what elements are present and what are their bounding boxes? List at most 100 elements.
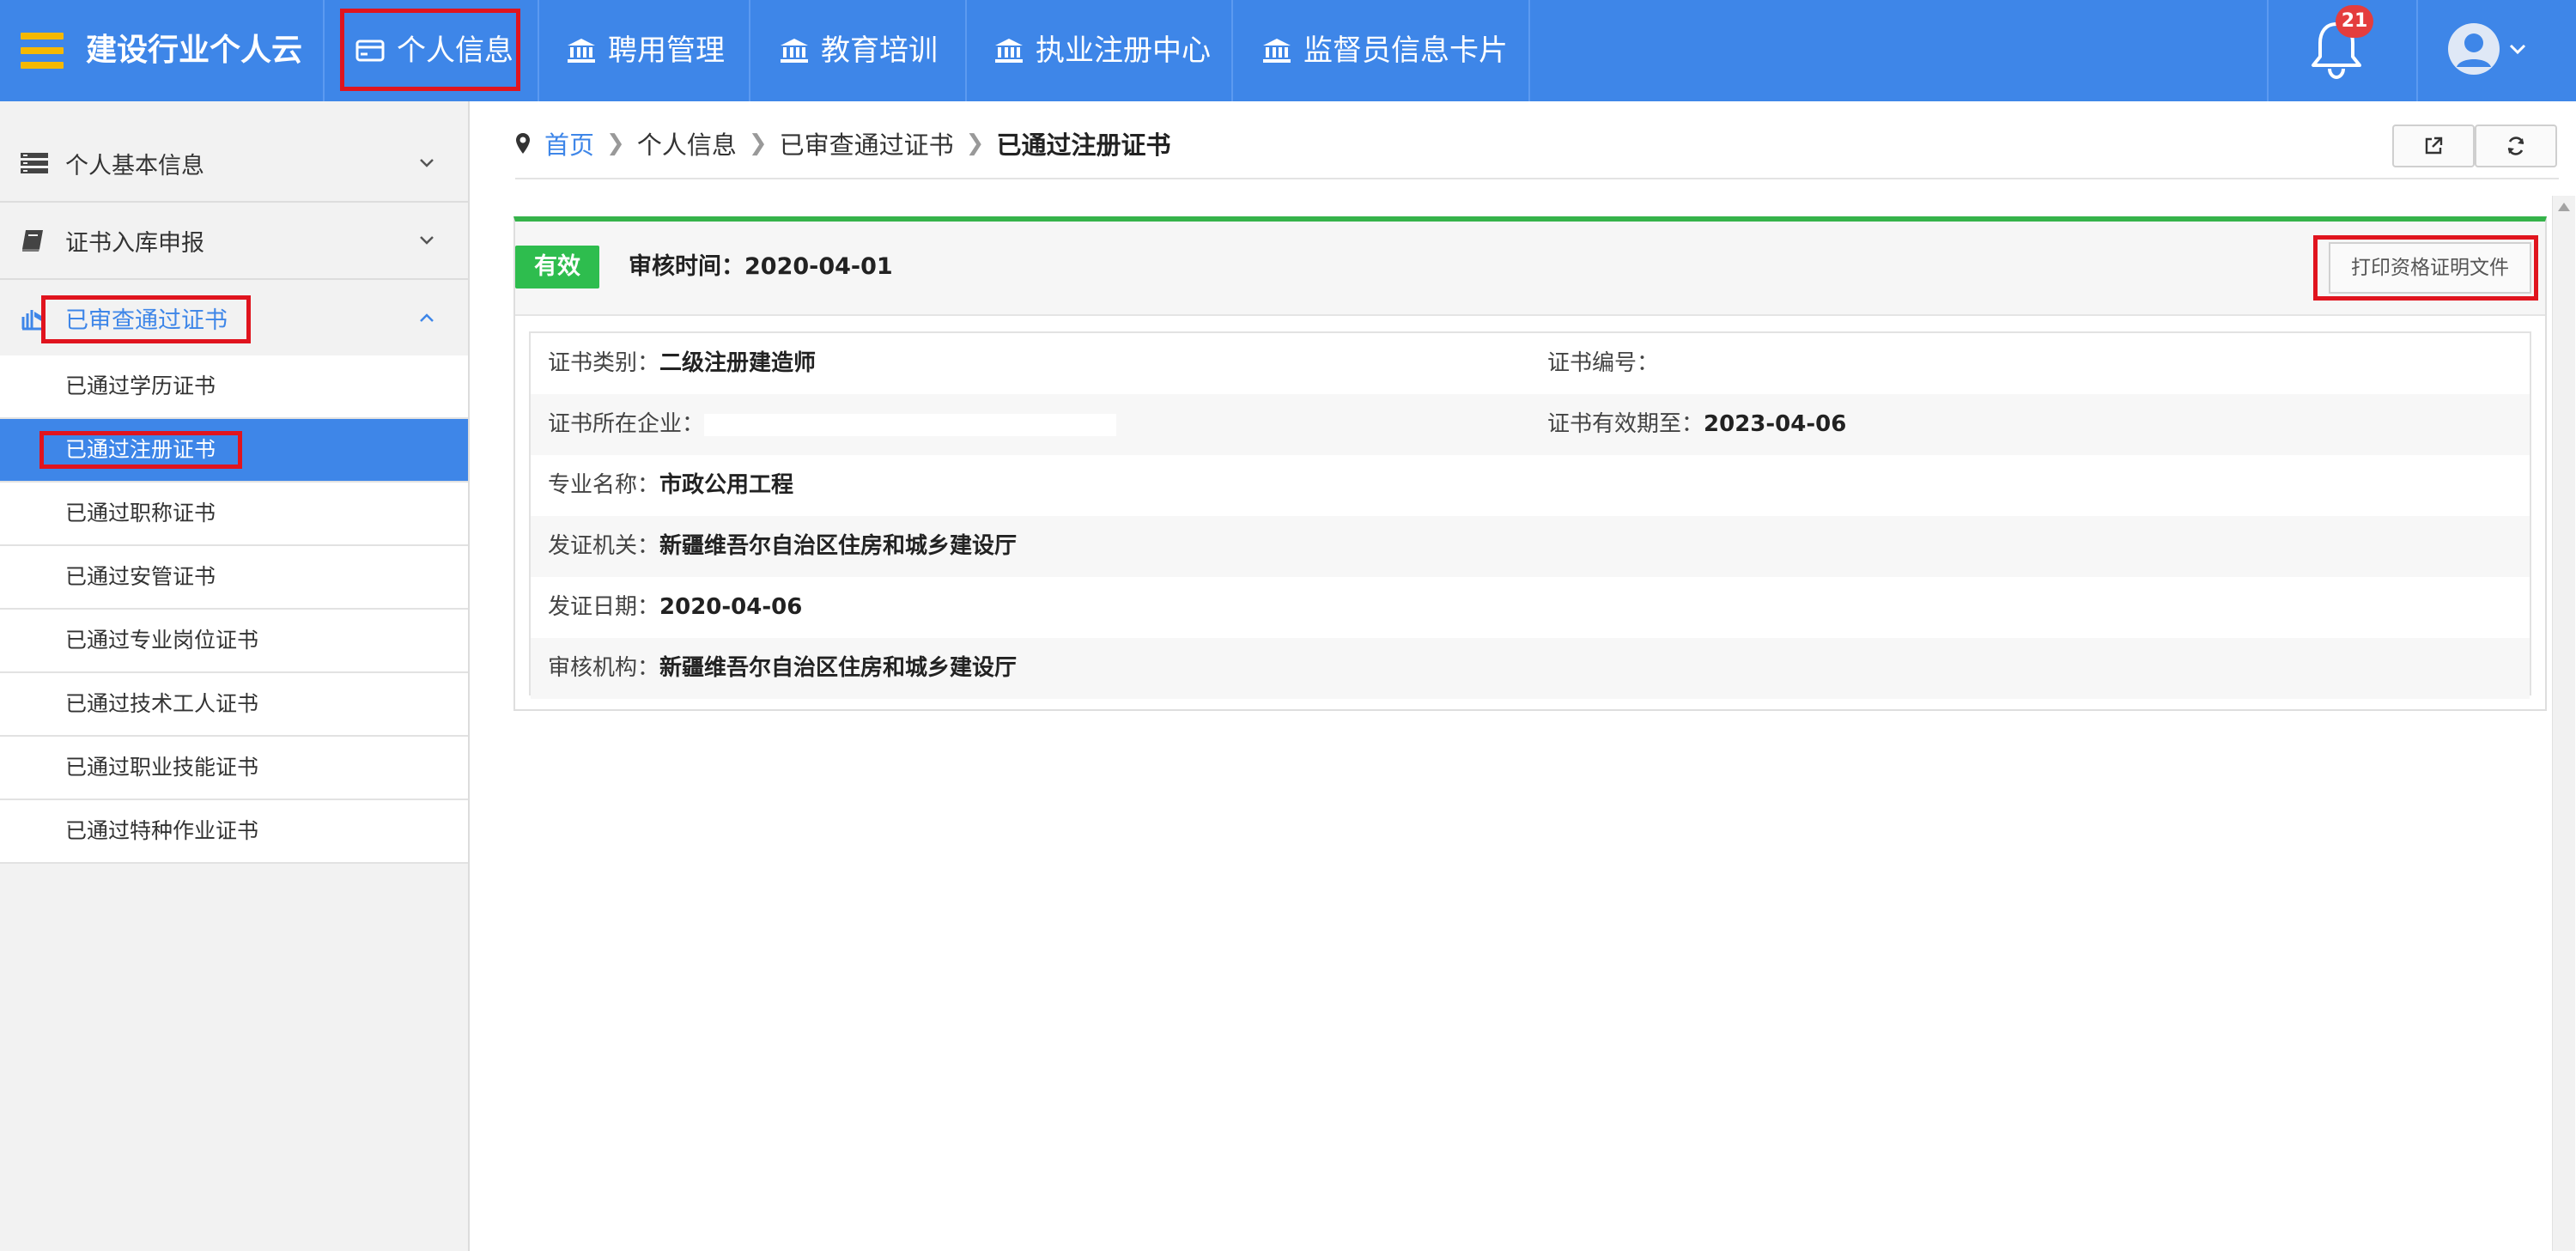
nav-divider <box>2416 0 2418 101</box>
sidebar-group-label: 个人基本信息 <box>65 152 204 179</box>
sidebar-item-vocational-skill-cert[interactable]: 已通过职业技能证书 <box>0 737 468 800</box>
breadcrumb-home-link[interactable]: 首页 <box>544 125 594 161</box>
sidebar-group-label: 证书入库申报 <box>65 229 204 257</box>
menu-toggle-icon[interactable] <box>21 33 64 69</box>
table-row: 证书所在企业： 证书有效期至：2023-04-06 <box>531 394 2530 455</box>
field-label: 证书有效期至： <box>1547 411 1704 437</box>
chevron-down-icon[interactable] <box>2509 43 2526 55</box>
redacted-value <box>704 413 1117 436</box>
top-navigation-bar: 建设行业个人云 个人信息 聘用管理 教育培训 执业注册中心 监督员信息卡片 21 <box>0 0 2576 101</box>
refresh-button[interactable] <box>2475 124 2557 167</box>
nav-education[interactable]: 教育培训 <box>780 0 938 101</box>
sidebar-group-basic-info[interactable]: 个人基本信息 <box>0 125 468 203</box>
sidebar: 个人基本信息 证书入库申报 已审查通过证书 已通过学历证书 已通过注册证书 已通… <box>0 101 470 1251</box>
list-icon <box>21 153 48 173</box>
external-link-icon <box>2425 137 2443 155</box>
nav-registration-center[interactable]: 执业注册中心 <box>994 0 1211 101</box>
highlight-box <box>340 9 520 91</box>
field-label: 证书所在企业： <box>548 411 705 437</box>
nav-divider <box>538 0 539 101</box>
nav-supervisor-card[interactable]: 监督员信息卡片 <box>1262 0 1508 101</box>
field-label: 专业名称： <box>548 472 660 498</box>
nav-divider <box>1231 0 1233 101</box>
cert-major-cell: 专业名称：市政公用工程 <box>548 455 793 516</box>
highlight-box <box>2313 235 2538 301</box>
chevron-down-icon <box>420 236 434 245</box>
nav-registration-center-label: 执业注册中心 <box>1036 33 1211 68</box>
field-value: 新疆维吾尔自治区住房和城乡建设厅 <box>659 533 1018 559</box>
nav-divider <box>2267 0 2269 101</box>
status-badge: 有效 <box>515 246 599 288</box>
certificate-info-table: 证书类别：二级注册建造师 证书编号： 证书所在企业： 证书有效期至：2023-0… <box>529 331 2531 699</box>
sidebar-item-label: 已通过学历证书 <box>65 373 216 398</box>
field-value: 2023-04-06 <box>1704 411 1847 437</box>
audit-time-label: 审核时间： <box>629 253 744 280</box>
field-label: 证书类别： <box>548 350 660 376</box>
cert-issue-date-cell: 发证日期：2020-04-06 <box>548 577 802 638</box>
sidebar-item-label: 已通过职称证书 <box>65 501 216 525</box>
breadcrumb-level1: 个人信息 <box>636 131 737 160</box>
cert-issuer-cell: 发证机关：新疆维吾尔自治区住房和城乡建设厅 <box>548 516 1017 577</box>
nav-employment[interactable]: 聘用管理 <box>567 0 725 101</box>
sidebar-item-education-cert[interactable]: 已通过学历证书 <box>0 355 468 419</box>
bank-icon <box>568 39 595 63</box>
field-value: 市政公用工程 <box>659 472 794 498</box>
certificate-card-header: 有效 审核时间：2020-04-01 打印资格证明文件 <box>515 222 2545 316</box>
vertical-scrollbar[interactable] <box>2552 196 2575 1251</box>
nav-divider <box>1528 0 1530 101</box>
chevron-down-icon <box>420 159 434 167</box>
divider <box>515 178 2559 179</box>
sidebar-item-label: 已通过职业技能证书 <box>65 755 259 780</box>
breadcrumb: 首页 ❯ 个人信息 ❯ 已审查通过证书 ❯ 已通过注册证书 <box>515 122 1170 165</box>
user-avatar[interactable] <box>2447 22 2500 76</box>
field-label: 证书编号： <box>1547 350 1660 376</box>
audit-time: 审核时间：2020-04-01 <box>629 246 893 288</box>
cert-company-cell: 证书所在企业： <box>548 394 1117 455</box>
table-row: 证书类别：二级注册建造师 证书编号： <box>531 333 2530 394</box>
audit-time-value: 2020-04-01 <box>744 253 893 280</box>
breadcrumb-current: 已通过注册证书 <box>996 131 1171 160</box>
cert-number-cell: 证书编号： <box>1547 333 1780 394</box>
nav-supervisor-card-label: 监督员信息卡片 <box>1303 33 1508 68</box>
sidebar-item-label: 已通过安管证书 <box>65 564 216 589</box>
field-value: 新疆维吾尔自治区住房和城乡建设厅 <box>659 655 1018 681</box>
breadcrumb-separator-icon: ❯ <box>606 131 625 156</box>
scroll-up-arrow-icon[interactable] <box>2558 203 2570 211</box>
table-row: 专业名称：市政公用工程 <box>531 455 2530 516</box>
nav-education-label: 教育培训 <box>821 33 938 68</box>
book-icon <box>22 230 43 252</box>
sidebar-item-safety-cert[interactable]: 已通过安管证书 <box>0 546 468 610</box>
sidebar-item-professional-post-cert[interactable]: 已通过专业岗位证书 <box>0 610 468 673</box>
open-external-button[interactable] <box>2392 124 2475 167</box>
field-label: 发证日期： <box>548 594 660 620</box>
sidebar-item-special-operation-cert[interactable]: 已通过特种作业证书 <box>0 800 468 864</box>
table-row: 审核机构：新疆维吾尔自治区住房和城乡建设厅 <box>531 638 2530 699</box>
highlight-box <box>41 295 251 343</box>
breadcrumb-separator-icon: ❯ <box>965 131 985 156</box>
map-marker-icon <box>516 133 530 154</box>
highlight-box <box>39 431 242 469</box>
bank-icon <box>781 39 808 63</box>
field-label: 发证机关： <box>548 533 660 559</box>
refresh-icon <box>2507 137 2524 155</box>
table-row: 发证日期：2020-04-06 <box>531 577 2530 638</box>
sidebar-group-cert-declare[interactable]: 证书入库申报 <box>0 203 468 280</box>
breadcrumb-level2: 已审查通过证书 <box>779 131 954 160</box>
bank-icon <box>1263 39 1291 63</box>
notification-count-badge: 21 <box>2336 5 2373 38</box>
redacted-value <box>1659 353 1780 374</box>
nav-divider <box>323 0 325 101</box>
nav-divider <box>965 0 967 101</box>
sidebar-item-label: 已通过专业岗位证书 <box>65 628 259 653</box>
cert-category-cell: 证书类别：二级注册建造师 <box>548 333 816 394</box>
field-value: 2020-04-06 <box>659 594 803 620</box>
app-title: 建设行业个人云 <box>86 33 303 68</box>
chevron-up-icon <box>420 313 434 322</box>
field-value: 二级注册建造师 <box>659 350 817 376</box>
sidebar-item-technician-cert[interactable]: 已通过技术工人证书 <box>0 673 468 737</box>
nav-divider <box>749 0 750 101</box>
sidebar-item-title-cert[interactable]: 已通过职称证书 <box>0 483 468 546</box>
bank-icon <box>995 39 1023 63</box>
sidebar-item-label: 已通过特种作业证书 <box>65 818 259 843</box>
cert-valid-until-cell: 证书有效期至：2023-04-06 <box>1547 394 1846 455</box>
